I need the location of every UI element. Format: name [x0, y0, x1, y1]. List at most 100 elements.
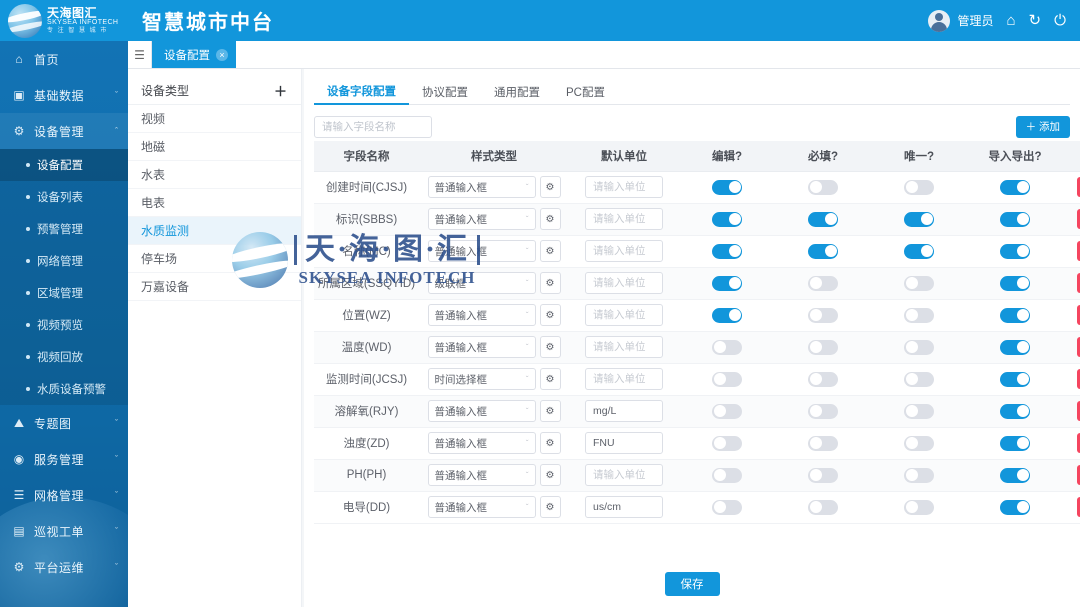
gear-icon[interactable]: ⚙ — [539, 496, 561, 518]
import-export-toggle[interactable] — [1000, 243, 1030, 259]
unique-toggle[interactable] — [904, 275, 934, 291]
edit-toggle[interactable] — [712, 339, 742, 355]
style-type-select[interactable]: 时间选择框 ˇ — [427, 368, 536, 390]
style-type-select[interactable]: 普通输入框 ˇ — [427, 208, 536, 230]
subtab-3[interactable]: PC配置 — [553, 79, 618, 105]
required-toggle[interactable] — [808, 211, 838, 227]
import-export-toggle[interactable] — [1000, 371, 1030, 387]
device-type-item-0[interactable]: 视频 — [128, 105, 301, 133]
sidebar-subitem-6[interactable]: 视频回放 — [0, 341, 128, 373]
sidebar-item-3[interactable]: ⛰ 专题图 ˇ — [0, 405, 128, 441]
gear-icon[interactable]: ⚙ — [539, 176, 561, 198]
unique-toggle[interactable] — [904, 499, 934, 515]
unit-input[interactable] — [585, 272, 663, 294]
sidebar-item-7[interactable]: ⚙ 平台运维 ˇ — [0, 549, 128, 585]
style-type-select[interactable]: 普通输入框 ˇ — [427, 432, 536, 454]
edit-toggle[interactable] — [712, 499, 742, 515]
avatar[interactable] — [928, 9, 951, 32]
required-toggle[interactable] — [808, 467, 838, 483]
device-type-item-5[interactable]: 停车场 — [128, 245, 301, 273]
unique-toggle[interactable] — [904, 371, 934, 387]
import-export-toggle[interactable] — [1000, 179, 1030, 195]
gear-icon[interactable]: ⚙ — [539, 400, 561, 422]
edit-toggle[interactable] — [712, 243, 742, 259]
edit-toggle[interactable] — [712, 403, 742, 419]
unit-input[interactable] — [585, 208, 663, 230]
edit-toggle[interactable] — [712, 275, 742, 291]
sidebar-item-4[interactable]: ◉ 服务管理 ˇ — [0, 441, 128, 477]
required-toggle[interactable] — [808, 307, 838, 323]
required-toggle[interactable] — [808, 435, 838, 451]
import-export-toggle[interactable] — [1000, 435, 1030, 451]
unique-toggle[interactable] — [904, 179, 934, 195]
unique-toggle[interactable] — [904, 467, 934, 483]
style-type-select[interactable]: 普通输入框 ˇ — [427, 240, 536, 262]
unique-toggle[interactable] — [904, 211, 934, 227]
refresh-icon[interactable]: ↻ — [1029, 13, 1042, 28]
page-tab-device-config[interactable]: 设备配置 × — [152, 41, 236, 68]
unit-input[interactable] — [585, 368, 663, 390]
import-export-toggle[interactable] — [1000, 307, 1030, 323]
required-toggle[interactable] — [808, 243, 838, 259]
required-toggle[interactable] — [808, 371, 838, 387]
close-icon[interactable]: × — [216, 48, 228, 61]
required-toggle[interactable] — [808, 179, 838, 195]
unique-toggle[interactable] — [904, 307, 934, 323]
style-type-select[interactable]: 普通输入框 ˇ — [427, 176, 536, 198]
edit-toggle[interactable] — [712, 435, 742, 451]
device-type-item-6[interactable]: 万嘉设备 — [128, 273, 301, 301]
style-type-select[interactable]: 级联框 ˇ — [427, 272, 536, 294]
edit-toggle[interactable] — [712, 467, 742, 483]
home-icon[interactable]: ⌂ — [1006, 13, 1015, 28]
subtab-0[interactable]: 设备字段配置 — [314, 79, 409, 105]
add-device-type-icon[interactable]: ＋ — [274, 81, 287, 100]
required-toggle[interactable] — [808, 339, 838, 355]
gear-icon[interactable]: ⚙ — [539, 208, 561, 230]
edit-toggle[interactable] — [712, 307, 742, 323]
gear-icon[interactable]: ⚙ — [539, 272, 561, 294]
subtab-1[interactable]: 协议配置 — [409, 79, 481, 105]
import-export-toggle[interactable] — [1000, 339, 1030, 355]
unit-input[interactable] — [585, 176, 663, 198]
edit-toggle[interactable] — [712, 371, 742, 387]
import-export-toggle[interactable] — [1000, 467, 1030, 483]
menu-icon[interactable]: ☰ — [128, 41, 152, 68]
device-type-item-3[interactable]: 电表 — [128, 189, 301, 217]
unique-toggle[interactable] — [904, 435, 934, 451]
gear-icon[interactable]: ⚙ — [539, 464, 561, 486]
unique-toggle[interactable] — [904, 243, 934, 259]
style-type-select[interactable]: 普通输入框 ˇ — [427, 336, 536, 358]
unit-input[interactable] — [585, 240, 663, 262]
add-field-button[interactable]: ＋ 添加 — [1015, 115, 1070, 138]
import-export-toggle[interactable] — [1000, 275, 1030, 291]
unit-input[interactable] — [585, 496, 663, 518]
import-export-toggle[interactable] — [1000, 403, 1030, 419]
edit-toggle[interactable] — [712, 211, 742, 227]
device-type-item-4[interactable]: 水质监测 — [128, 217, 301, 245]
edit-toggle[interactable] — [712, 179, 742, 195]
device-type-item-2[interactable]: 水表 — [128, 161, 301, 189]
sidebar-item-6[interactable]: ▤ 巡视工单 ˇ — [0, 513, 128, 549]
unit-input[interactable] — [585, 304, 663, 326]
style-type-select[interactable]: 普通输入框 ˇ — [427, 304, 536, 326]
sidebar-subitem-1[interactable]: 设备列表 — [0, 181, 128, 213]
gear-icon[interactable]: ⚙ — [539, 368, 561, 390]
unit-input[interactable] — [585, 432, 663, 454]
sidebar-subitem-2[interactable]: 预警管理 — [0, 213, 128, 245]
sidebar-item-2[interactable]: ⚙ 设备管理 ˆ — [0, 113, 128, 149]
brand-logo[interactable]: 天海图汇 SKYSEA INFOTECH 专 注 智 慧 城 市 — [0, 0, 128, 41]
sidebar-item-5[interactable]: ☰ 网格管理 ˇ — [0, 477, 128, 513]
sidebar-subitem-4[interactable]: 区域管理 — [0, 277, 128, 309]
required-toggle[interactable] — [808, 403, 838, 419]
search-input[interactable] — [314, 115, 432, 138]
style-type-select[interactable]: 普通输入框 ˇ — [427, 400, 536, 422]
unit-input[interactable] — [585, 464, 663, 486]
import-export-toggle[interactable] — [1000, 499, 1030, 515]
sidebar-subitem-3[interactable]: 网络管理 — [0, 245, 128, 277]
style-type-select[interactable]: 普通输入框 ˇ — [427, 496, 536, 518]
import-export-toggle[interactable] — [1000, 211, 1030, 227]
sidebar-item-0[interactable]: ⌂ 首页 — [0, 41, 128, 77]
sidebar-subitem-7[interactable]: 水质设备预警 — [0, 373, 128, 405]
gear-icon[interactable]: ⚙ — [539, 304, 561, 326]
required-toggle[interactable] — [808, 499, 838, 515]
